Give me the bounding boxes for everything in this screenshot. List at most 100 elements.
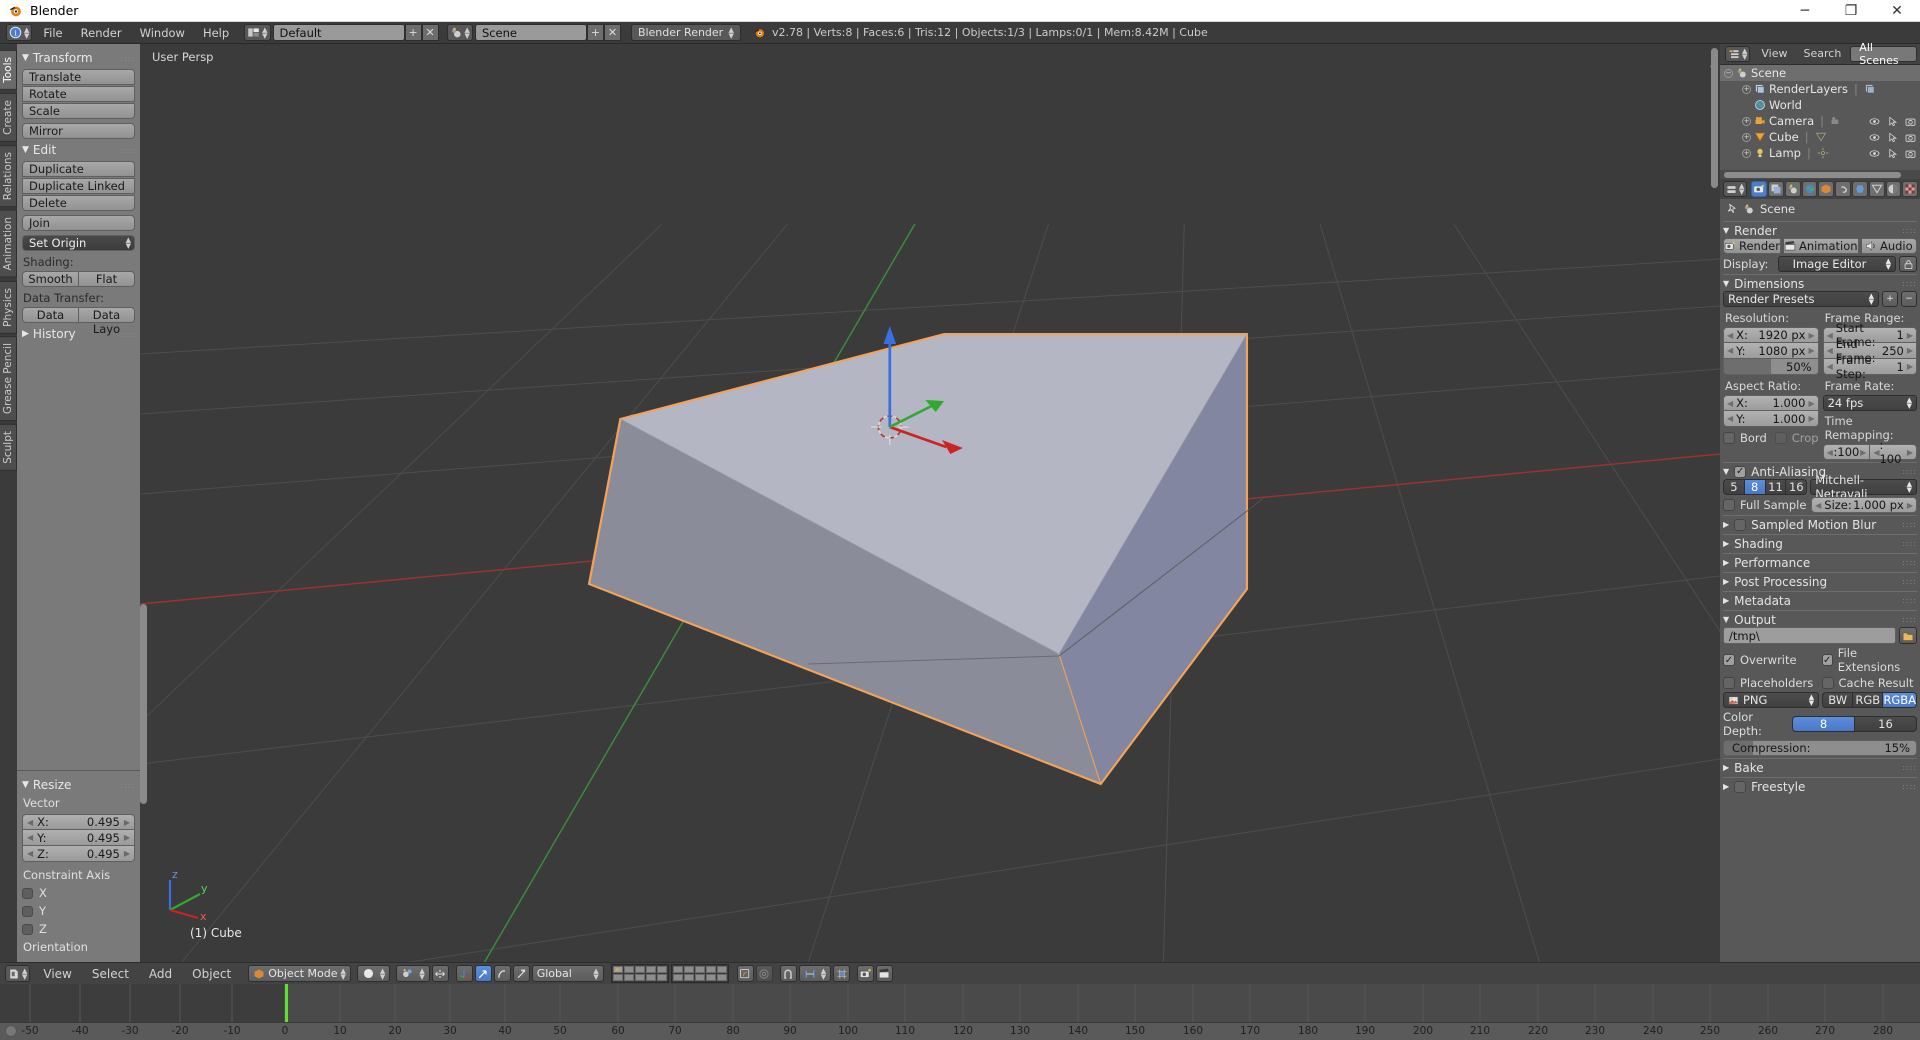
tool-tab-sculpt[interactable]: Sculpt (0, 424, 17, 471)
texture-tab-icon[interactable] (1902, 181, 1918, 197)
color-mode-bw-button[interactable]: BW (1822, 692, 1853, 708)
aspect-x-field[interactable]: ◀ X: 1.000 ▶ (1723, 395, 1819, 411)
outliner-editor-type-selector[interactable]: ▲▼ (1725, 46, 1750, 62)
overwrite-checkbox[interactable]: ✓ (1723, 654, 1735, 666)
remove-scene-button[interactable]: ✕ (604, 24, 621, 41)
properties-editor-type-selector[interactable]: ▲▼ (1723, 181, 1747, 197)
modifiers-tab-icon[interactable] (1852, 181, 1868, 197)
tool-delete-button[interactable]: Delete (22, 195, 135, 211)
interaction-mode-dropdown[interactable]: Object Mode ▲▼ (248, 965, 351, 982)
timeline-playhead[interactable] (285, 984, 288, 1022)
material-tab-icon[interactable] (1886, 181, 1902, 197)
constraint-axis-y-checkbox[interactable] (22, 906, 33, 917)
freestyle-checkbox[interactable] (1734, 781, 1746, 793)
pivot-point-dropdown[interactable]: ▲▼ (396, 965, 429, 982)
placeholders-checkbox[interactable] (1723, 677, 1735, 689)
layer-cell[interactable] (684, 966, 694, 973)
tool-duplicate-linked-button[interactable]: Duplicate Linked (22, 178, 135, 194)
constraints-tab-icon[interactable] (1835, 181, 1851, 197)
time-remap-old-field[interactable]: ◀ :100 ▶ (1823, 444, 1871, 460)
layer-block-1[interactable] (611, 964, 669, 983)
manipulator-scale-mode-button[interactable] (513, 965, 530, 982)
constraint-axis-y-row[interactable]: Y (22, 904, 135, 918)
viewport-scrollbar-vertical[interactable] (1711, 48, 1718, 188)
transform-orientation-dropdown[interactable]: Global ▲▼ (532, 965, 604, 982)
layer-cell[interactable] (635, 974, 645, 981)
layer-cell[interactable] (695, 966, 705, 973)
screen-layout-field[interactable]: Default (273, 24, 405, 41)
full-sample-row[interactable]: Full Sample (1723, 498, 1808, 512)
shading-flat-button[interactable]: Flat (79, 271, 135, 287)
scrollbar-thumb[interactable] (1724, 172, 1901, 178)
scene-selector[interactable]: ▲▼ (447, 24, 473, 41)
file-extensions-checkbox[interactable]: ✓ (1822, 654, 1833, 666)
display-mode-dropdown[interactable]: Image Editor ▲▼ (1778, 256, 1896, 272)
layer-cell[interactable] (673, 966, 683, 973)
add-preset-button[interactable]: + (1882, 291, 1898, 307)
frame-rate-dropdown[interactable]: 24 fps ▲▼ (1823, 395, 1917, 411)
placeholders-row[interactable]: Placeholders (1723, 676, 1819, 690)
compression-slider[interactable]: Compression: 15% (1723, 740, 1917, 756)
timeline-scroll-knob[interactable] (5, 1025, 17, 1037)
render-animation-button[interactable]: Animation (1784, 238, 1859, 254)
cursor-arrow-icon[interactable] (1887, 132, 1898, 143)
panel-sampled-motion-blur-header[interactable]: ▶ Sampled Motion Blur :::: (1723, 515, 1917, 532)
panel-render-header[interactable]: ▼ Render :::: (1723, 221, 1917, 238)
data-transfer-data-button[interactable]: Data (22, 307, 79, 323)
tool-set-origin-button[interactable]: Set Origin ▲▼ (22, 235, 135, 251)
outliner-row-cube[interactable]: + Cube | (1720, 129, 1920, 145)
scene-layers[interactable] (611, 964, 729, 983)
outliner-scope-selector[interactable]: All Scenes (1850, 46, 1917, 62)
layer-cell[interactable] (673, 974, 683, 981)
scene-field[interactable]: Scene (475, 24, 587, 41)
file-extensions-row[interactable]: ✓ File Extensions (1822, 646, 1918, 674)
panel-edit-header[interactable]: ▼ Edit :::: (22, 143, 135, 157)
aa-sample-5-button[interactable]: 5 (1723, 479, 1745, 495)
add-layout-button[interactable]: + (405, 24, 422, 41)
constraint-axis-z-row[interactable]: Z (22, 922, 135, 936)
layer-cell[interactable] (684, 974, 694, 981)
expand-toggle[interactable]: + (1742, 133, 1751, 142)
output-path-field[interactable]: /tmp\ (1723, 627, 1896, 644)
panel-freestyle-header[interactable]: ▶ Freestyle :::: (1723, 777, 1917, 794)
resolution-y-field[interactable]: ◀ Y: 1080 px ▶ (1723, 343, 1819, 359)
outliner-row-camera[interactable]: + Camera | (1720, 113, 1920, 129)
outliner-menu-view[interactable]: View (1754, 45, 1794, 63)
tool-duplicate-button[interactable]: Duplicate (22, 161, 135, 177)
remove-layout-button[interactable]: ✕ (422, 24, 439, 41)
cache-result-row[interactable]: Cache Result (1822, 676, 1918, 690)
color-mode-rgb-button[interactable]: RGB (1853, 692, 1883, 708)
close-button[interactable]: ✕ (1874, 0, 1920, 22)
viewport-menu-select[interactable]: Select (83, 965, 138, 983)
panel-shading-header[interactable]: ▶ Shading :::: (1723, 534, 1917, 551)
render-audio-button[interactable]: Audio (1862, 238, 1917, 254)
manipulator-translate-mode-button[interactable] (475, 965, 492, 982)
time-remap-new-field[interactable]: ◀ : 100 ▶ (1870, 444, 1917, 460)
render-tab-icon[interactable] (1751, 181, 1767, 197)
expand-toggle[interactable]: + (1742, 85, 1751, 94)
tool-translate-button[interactable]: Translate (22, 69, 135, 85)
layer-cell[interactable] (613, 966, 623, 973)
tool-tab-physics[interactable]: Physics (0, 281, 17, 334)
manipulator-translate-button[interactable] (456, 965, 473, 982)
layer-cell[interactable] (706, 974, 716, 981)
cursor-arrow-icon[interactable] (1887, 116, 1898, 127)
aa-filter-dropdown[interactable]: Mitchell-Netravali ▲▼ (1810, 479, 1917, 495)
collapse-toggle[interactable]: − (1724, 69, 1733, 78)
pin-icon[interactable] (1726, 203, 1738, 215)
color-mode-rgba-button[interactable]: RGBA (1883, 692, 1917, 708)
proportional-falloff-button[interactable] (756, 965, 773, 982)
antialiasing-checkbox[interactable]: ✓ (1734, 466, 1746, 478)
tool-tab-create[interactable]: Create (0, 93, 17, 142)
mesh-data-icon[interactable] (1815, 131, 1827, 143)
manipulator-rotate-mode-button[interactable] (494, 965, 511, 982)
maximize-button[interactable]: ❐ (1828, 0, 1874, 22)
snap-element-dropdown[interactable]: ▲▼ (799, 965, 831, 982)
resize-z-field[interactable]: ◀ Z: 0.495 ▶ (22, 846, 135, 862)
eye-icon[interactable] (1869, 148, 1880, 159)
renderlayer-data-icon[interactable] (1864, 83, 1876, 95)
constraint-axis-x-row[interactable]: X (22, 886, 135, 900)
resolution-x-field[interactable]: ◀ X: 1920 px ▶ (1723, 327, 1819, 343)
proportional-edit-button[interactable] (737, 965, 754, 982)
menu-help[interactable]: Help (194, 24, 238, 42)
